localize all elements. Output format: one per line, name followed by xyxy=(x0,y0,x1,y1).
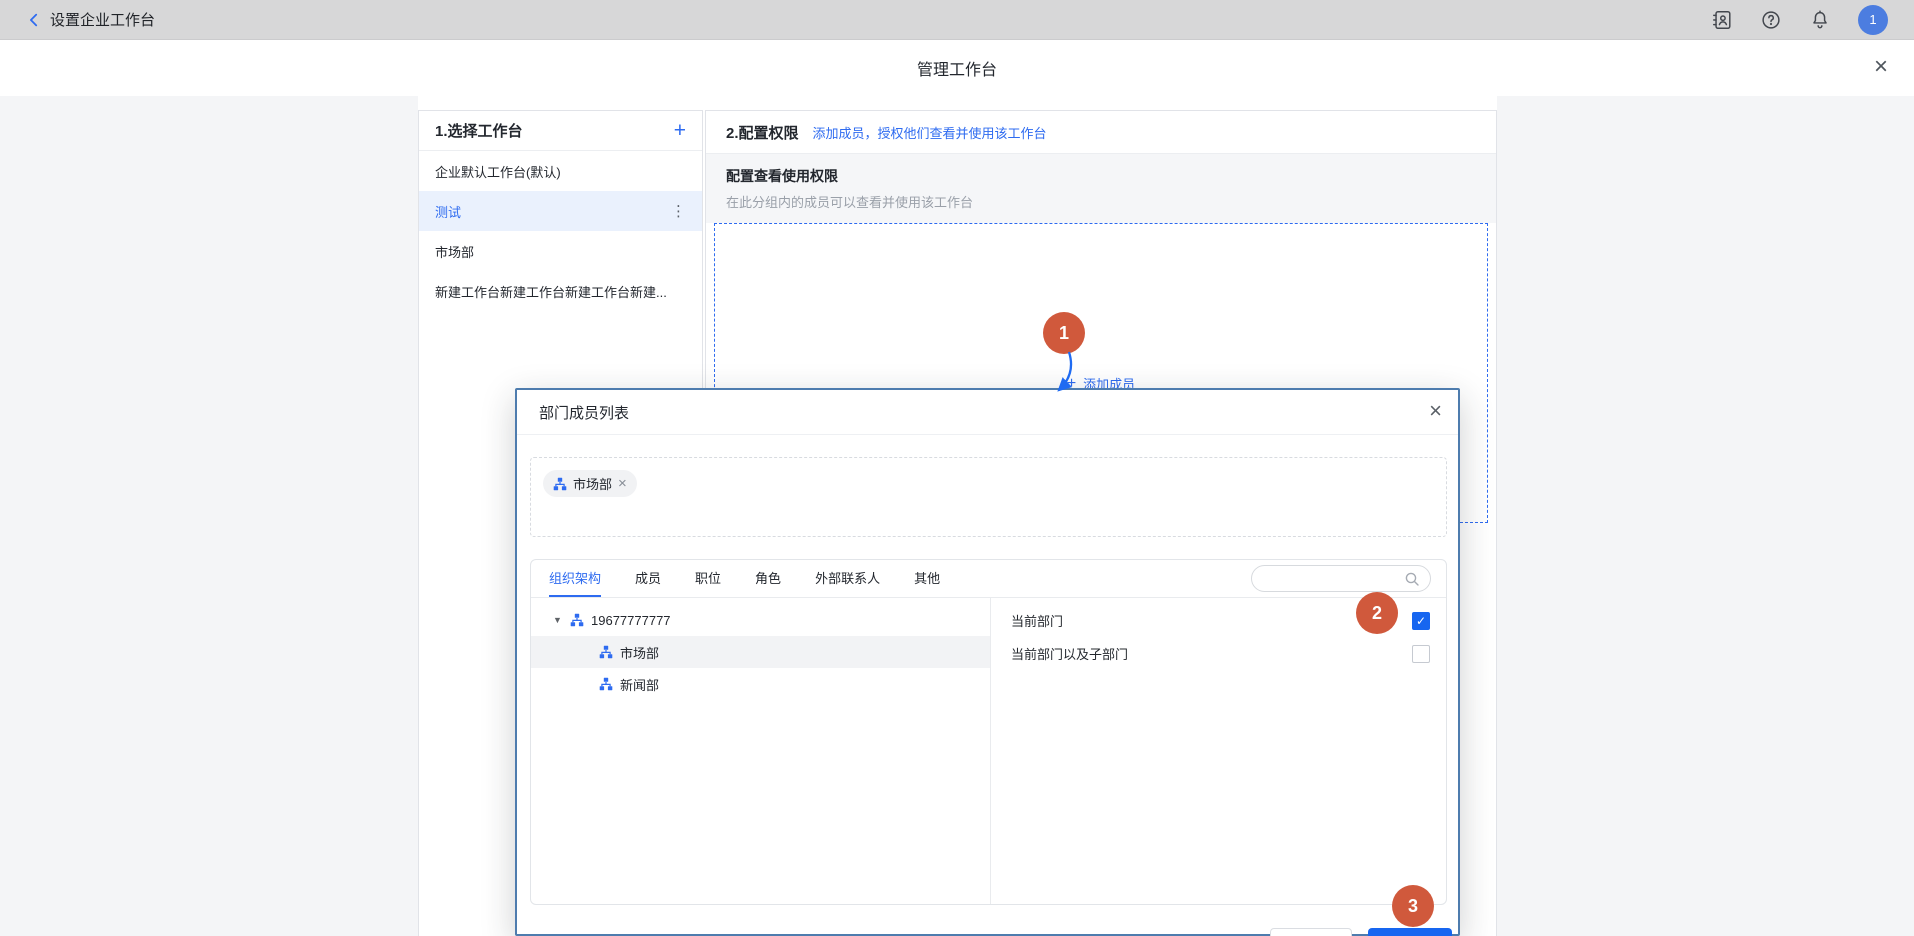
view-permission-title: 配置查看使用权限 xyxy=(726,166,1476,186)
topbar-actions: 1 xyxy=(1711,5,1888,35)
tree-node-news[interactable]: 新闻部 xyxy=(531,668,990,700)
workspace-item-test[interactable]: 测试 ⋮ xyxy=(419,191,702,231)
workspace-item-default[interactable]: 企业默认工作台(默认) xyxy=(419,151,702,191)
search-box[interactable] xyxy=(1251,565,1431,592)
member-picker: 组织架构 成员 职位 角色 外部联系人 其他 xyxy=(530,559,1447,905)
tree-node-label: 新闻部 xyxy=(620,675,659,694)
tree-node-label: 19677777777 xyxy=(591,613,671,628)
topbar-title: 设置企业工作台 xyxy=(50,9,155,30)
workspace-item-label: 企业默认工作台(默认) xyxy=(435,162,561,181)
dialog-title: 部门成员列表 xyxy=(539,402,629,423)
step-badge-1: 1 xyxy=(1043,312,1085,354)
department-icon xyxy=(599,677,613,691)
tab-roles[interactable]: 角色 xyxy=(755,560,781,597)
help-icon[interactable] xyxy=(1760,9,1782,31)
topbar: 设置企业工作台 xyxy=(0,0,1914,40)
chip-label: 市场部 xyxy=(573,474,612,493)
workspace-panel-title: 1.选择工作台 xyxy=(435,120,523,141)
cancel-button[interactable] xyxy=(1270,928,1352,936)
back-nav[interactable]: 设置企业工作台 xyxy=(26,9,155,30)
confirm-button[interactable] xyxy=(1368,928,1452,936)
contact-book-icon[interactable] xyxy=(1711,9,1733,31)
chevron-left-icon xyxy=(26,12,42,28)
workspace-item-label: 市场部 xyxy=(435,242,474,261)
bell-icon[interactable] xyxy=(1809,9,1831,31)
option-label: 当前部门以及子部门 xyxy=(1011,644,1128,663)
tab-members[interactable]: 成员 xyxy=(635,560,661,597)
tree-node-market[interactable]: 市场部 xyxy=(531,636,990,668)
page-title: 管理工作台 xyxy=(0,40,1914,96)
view-permission-desc: 在此分组内的成员可以查看并使用该工作台 xyxy=(726,192,1476,211)
step-badge-2: 2 xyxy=(1356,592,1398,634)
screen: 设置企业工作台 xyxy=(0,0,1914,936)
checkbox-unchecked[interactable] xyxy=(1412,645,1430,663)
picker-toolbar: 组织架构 成员 职位 角色 外部联系人 其他 xyxy=(531,560,1446,598)
department-member-dialog: 部门成员列表 × 市场部 × 组织架构 成员 职位 xyxy=(515,388,1460,936)
add-workspace-button[interactable]: + xyxy=(674,121,686,141)
caret-down-icon[interactable]: ▼ xyxy=(553,615,563,625)
dialog-close-icon[interactable]: × xyxy=(1429,398,1442,424)
tab-external-contacts[interactable]: 外部联系人 xyxy=(815,560,880,597)
modal-header: 管理工作台 × xyxy=(0,40,1914,96)
search-input[interactable] xyxy=(1262,571,1404,586)
tab-org-structure[interactable]: 组织架构 xyxy=(549,560,601,597)
tree-node-label: 市场部 xyxy=(620,643,659,662)
view-permission-section: 配置查看使用权限 在此分组内的成员可以查看并使用该工作台 xyxy=(706,154,1496,223)
option-label: 当前部门 xyxy=(1011,611,1063,630)
workspace-item-label: 测试 xyxy=(435,202,461,221)
option-current-and-sub-departments[interactable]: 当前部门以及子部门 xyxy=(991,637,1446,670)
permission-panel-title: 2.配置权限 xyxy=(726,122,799,143)
picker-body: ▼ 19677777777 xyxy=(531,598,1446,905)
tab-others[interactable]: 其他 xyxy=(914,560,940,597)
check-icon: ✓ xyxy=(1416,614,1426,628)
dialog-header: 部门成员列表 × xyxy=(517,390,1458,435)
workspace-item-label: 新建工作台新建工作台新建工作台新建... xyxy=(435,282,667,301)
more-options-icon[interactable]: ⋮ xyxy=(671,202,686,220)
close-icon[interactable]: × xyxy=(1874,54,1888,80)
user-avatar[interactable]: 1 xyxy=(1858,5,1888,35)
permission-panel-header: 2.配置权限 添加成员，授权他们查看并使用该工作台 xyxy=(706,111,1496,154)
department-icon xyxy=(553,477,567,491)
chip-remove-icon[interactable]: × xyxy=(618,477,627,491)
department-icon xyxy=(599,645,613,659)
dialog-footer xyxy=(517,928,1458,936)
department-icon xyxy=(570,613,584,627)
org-tree: ▼ 19677777777 xyxy=(531,598,991,905)
search-icon xyxy=(1404,571,1420,587)
workspace-item-market[interactable]: 市场部 xyxy=(419,231,702,271)
workspace-item-new[interactable]: 新建工作台新建工作台新建工作台新建... xyxy=(419,271,702,311)
selected-department-chip[interactable]: 市场部 × xyxy=(543,470,637,497)
tree-node-root[interactable]: ▼ 19677777777 xyxy=(531,604,990,636)
selected-members-box: 市场部 × xyxy=(530,457,1447,537)
workspace-panel-header: 1.选择工作台 + xyxy=(419,111,702,151)
permission-panel-subtitle: 添加成员，授权他们查看并使用该工作台 xyxy=(813,123,1047,142)
step-badge-3: 3 xyxy=(1392,885,1434,927)
scope-options: 当前部门 ✓ 当前部门以及子部门 xyxy=(991,598,1446,905)
tab-positions[interactable]: 职位 xyxy=(695,560,721,597)
checkbox-checked[interactable]: ✓ xyxy=(1412,612,1430,630)
